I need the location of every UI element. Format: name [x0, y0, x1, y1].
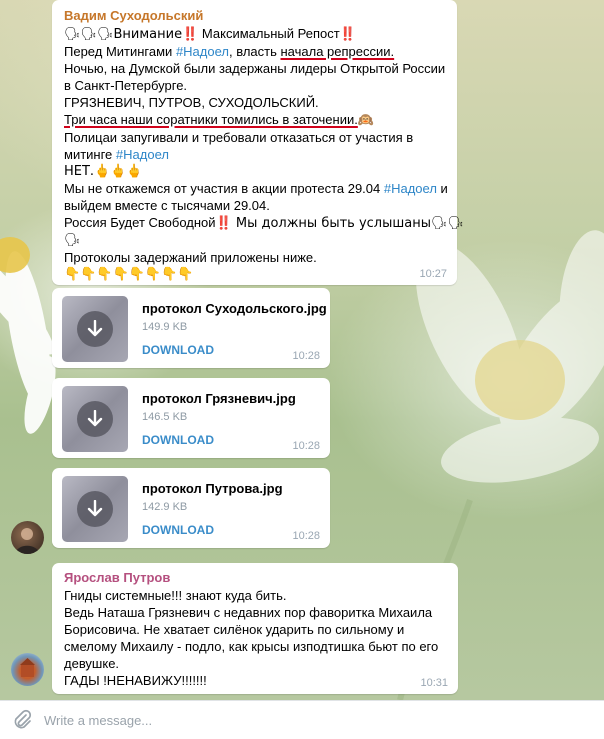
text-span: начала репрессии.	[280, 44, 395, 59]
hashtag-link[interactable]: #Надоел	[176, 44, 229, 59]
message-line: Протоколы задержаний приложены ниже.	[64, 250, 317, 265]
text-span: Россия Будет Свободной	[64, 215, 216, 230]
file-name: протокол Путрова.jpg	[142, 481, 283, 496]
message-line: Ведь Наташа Грязневич с недавних пор фав…	[64, 605, 433, 620]
message-line: митинге #Надоел	[64, 146, 447, 163]
message-line: Перед Митингами #Надоел, власть начала р…	[64, 43, 447, 60]
message-line: девушке.	[64, 656, 120, 671]
message-line: 🗣	[64, 233, 81, 248]
sender-name[interactable]: Вадим Суходольский	[64, 8, 447, 23]
download-arrow-icon[interactable]	[77, 401, 113, 437]
text-span: Три часа наши соратники томились в заточ…	[64, 112, 358, 127]
download-button[interactable]: DOWNLOAD	[142, 343, 214, 357]
message-line: Три часа наши соратники томились в заточ…	[64, 111, 447, 129]
text-span: Мы не откажемся от участия в акции проте…	[64, 181, 384, 196]
message-line: НЕТ.🖕🖕🖕	[64, 164, 143, 179]
download-arrow-icon[interactable]	[77, 491, 113, 527]
message-composer	[0, 700, 604, 739]
sender-name[interactable]: Ярослав Путров	[64, 570, 448, 585]
message-line: ГАДЫ !НЕНАВИЖУ!!!!!!!	[64, 673, 207, 688]
monkey-emoji: 🙉	[357, 113, 375, 128]
text-span: митинге	[64, 147, 116, 162]
message-line: Гниды системные!!! знают куда бить.	[64, 588, 287, 603]
file-name: протокол Суходольского.jpg	[142, 301, 327, 316]
message-time: 10:27	[419, 268, 447, 280]
text-span: Перед Митингами	[64, 44, 176, 59]
message-line: в Санкт-Петербурге.	[64, 78, 188, 93]
file-thumbnail[interactable]	[62, 296, 128, 362]
message-time: 10:31	[420, 677, 448, 689]
download-button[interactable]: DOWNLOAD	[142, 433, 214, 447]
text-span: и	[436, 181, 448, 196]
file-attachment: протокол Грязневич.jpg 146.5 KB DOWNLOAD…	[52, 378, 330, 458]
download-button[interactable]: DOWNLOAD	[142, 523, 214, 537]
file-attachment: протокол Суходольского.jpg 149.9 KB DOWN…	[52, 288, 330, 368]
avatar[interactable]	[11, 653, 44, 686]
file-size: 146.5 KB	[142, 411, 188, 423]
text-span: ‼️	[339, 27, 356, 42]
file-thumbnail[interactable]	[62, 386, 128, 452]
hashtag-link[interactable]: #Надоел	[116, 147, 169, 162]
download-arrow-icon[interactable]	[77, 311, 113, 347]
message-line: ГРЯЗНЕВИЧ, ПУТРОВ, СУХОДОЛЬСКИЙ.	[64, 95, 319, 110]
text-span: ‼️	[182, 27, 199, 42]
message-line: Мы не откажемся от участия в акции проте…	[64, 180, 448, 197]
message-line: Борисовича. Не хватает силёнок ударить п…	[64, 622, 405, 637]
text-span: , власть	[229, 44, 281, 59]
file-size: 149.9 KB	[142, 321, 188, 333]
message-input[interactable]	[44, 707, 584, 733]
text-span: Максимальный Репост	[198, 26, 340, 41]
message-bubble: Ярослав Путров Гниды системные!!! знают …	[52, 563, 458, 694]
message-line: выйдем вместе с тысячами 29.04.	[64, 198, 270, 213]
text-span: 🗣🗣🗣Внимание	[64, 27, 183, 42]
message-bubble: Вадим Суходольский 🗣🗣🗣Внимание‼️ Максима…	[52, 0, 464, 285]
file-name: протокол Грязневич.jpg	[142, 391, 296, 406]
message-time: 10:28	[292, 530, 320, 542]
file-thumbnail[interactable]	[62, 476, 128, 542]
message-line: 👇👇👇👇👇👇👇👇	[64, 267, 194, 282]
message-time: 10:28	[292, 440, 320, 452]
message-line: смелому Михаилу - подло, как крысы изпод…	[64, 639, 439, 654]
message-line: 🗣🗣🗣Внимание‼️ Максимальный Репост‼️	[64, 25, 447, 43]
file-size: 142.9 KB	[142, 501, 188, 513]
message-line: Ночью, на Думской были задержаны лидеры …	[64, 61, 446, 76]
file-attachment: протокол Путрова.jpg 142.9 KB DOWNLOAD 1…	[52, 468, 330, 548]
avatar[interactable]	[11, 521, 44, 554]
hashtag-link[interactable]: #Надоел	[384, 181, 437, 196]
text-span: Мы должны быть услышаны🗣🗣	[231, 216, 465, 231]
text-span: ‼️	[215, 216, 232, 231]
paperclip-icon[interactable]	[11, 709, 33, 731]
message-line: Россия Будет Свободной‼️ Мы должны быть …	[64, 214, 464, 232]
message-line: Полицаи запугивали и требовали отказатьс…	[64, 130, 414, 145]
message-time: 10:28	[292, 350, 320, 362]
